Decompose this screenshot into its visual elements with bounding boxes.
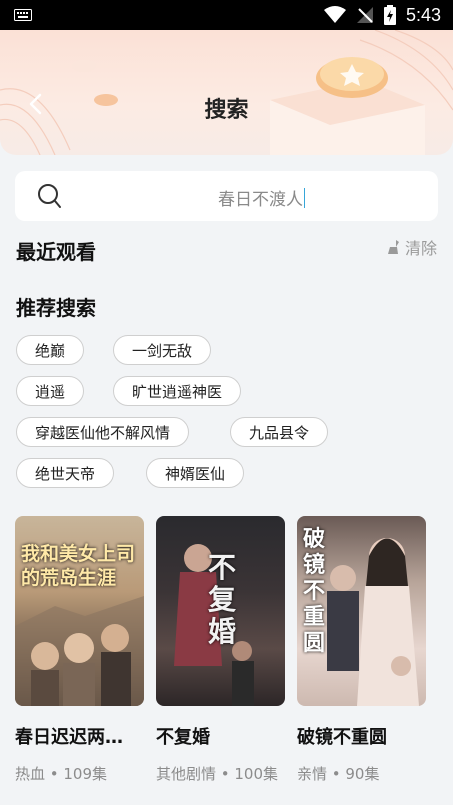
recommend-tag[interactable]: 绝世天帝 [16,458,115,488]
clock: 5:43 [405,4,441,25]
search-query-text: 春日不渡人 [218,190,303,210]
recommend-tag[interactable]: 旷世逍遥神医 [113,376,242,406]
recent-section-title: 最近观看 [16,240,96,264]
recommend-tag[interactable]: 九品县令 [230,417,329,447]
drama-card[interactable]: 我和美女上司的荒岛生涯 春日迟迟两… 热血 • 109集 [15,516,144,784]
status-bar: 5:43 [0,0,453,30]
drama-meta: 其他剧情 • 100集 [156,765,279,783]
broom-icon [387,240,399,254]
recommend-tag[interactable]: 神婿医仙 [146,458,245,488]
poster-title: 破镜不重圆 [303,526,326,656]
text-caret [304,188,305,208]
drama-poster: 不复婚 [156,516,285,706]
drama-title: 不复婚 [156,727,210,748]
drama-card[interactable]: 不复婚 不复婚 其他剧情 • 100集 [156,516,285,784]
drama-meta: 亲情 • 90集 [297,765,380,783]
no-signal-icon [356,7,373,23]
wifi-icon [323,6,346,23]
drama-poster: 我和美女上司的荒岛生涯 [15,516,144,706]
drama-title: 春日迟迟两… [15,727,123,748]
recommend-tag[interactable]: 一剑无敌 [113,335,212,365]
page-title: 搜索 [204,98,249,123]
battery-charging-icon [383,5,396,25]
recommend-section-title: 推荐搜索 [16,296,96,320]
recommend-tag[interactable]: 逍遥 [16,376,85,406]
poster-title: 我和美女上司的荒岛生涯 [21,543,136,589]
search-icon [38,184,61,208]
recommend-tag[interactable]: 绝巅 [16,335,85,365]
drama-meta: 热血 • 109集 [15,765,108,783]
drama-card[interactable]: 破镜不重圆 破镜不重圆 亲情 • 90集 [297,516,426,784]
recommend-tag[interactable]: 穿越医仙他不解风情 [16,417,190,447]
drama-poster: 破镜不重圆 [297,516,426,706]
drama-title: 破镜不重圆 [297,727,387,748]
search-input[interactable]: 春日不渡人 [15,171,438,221]
poster-title: 不复婚 [208,551,237,648]
header: 搜索 [0,30,453,155]
clear-history-button[interactable]: 清除 [387,235,437,259]
clear-label: 清除 [404,239,437,258]
keyboard-icon [14,9,32,21]
